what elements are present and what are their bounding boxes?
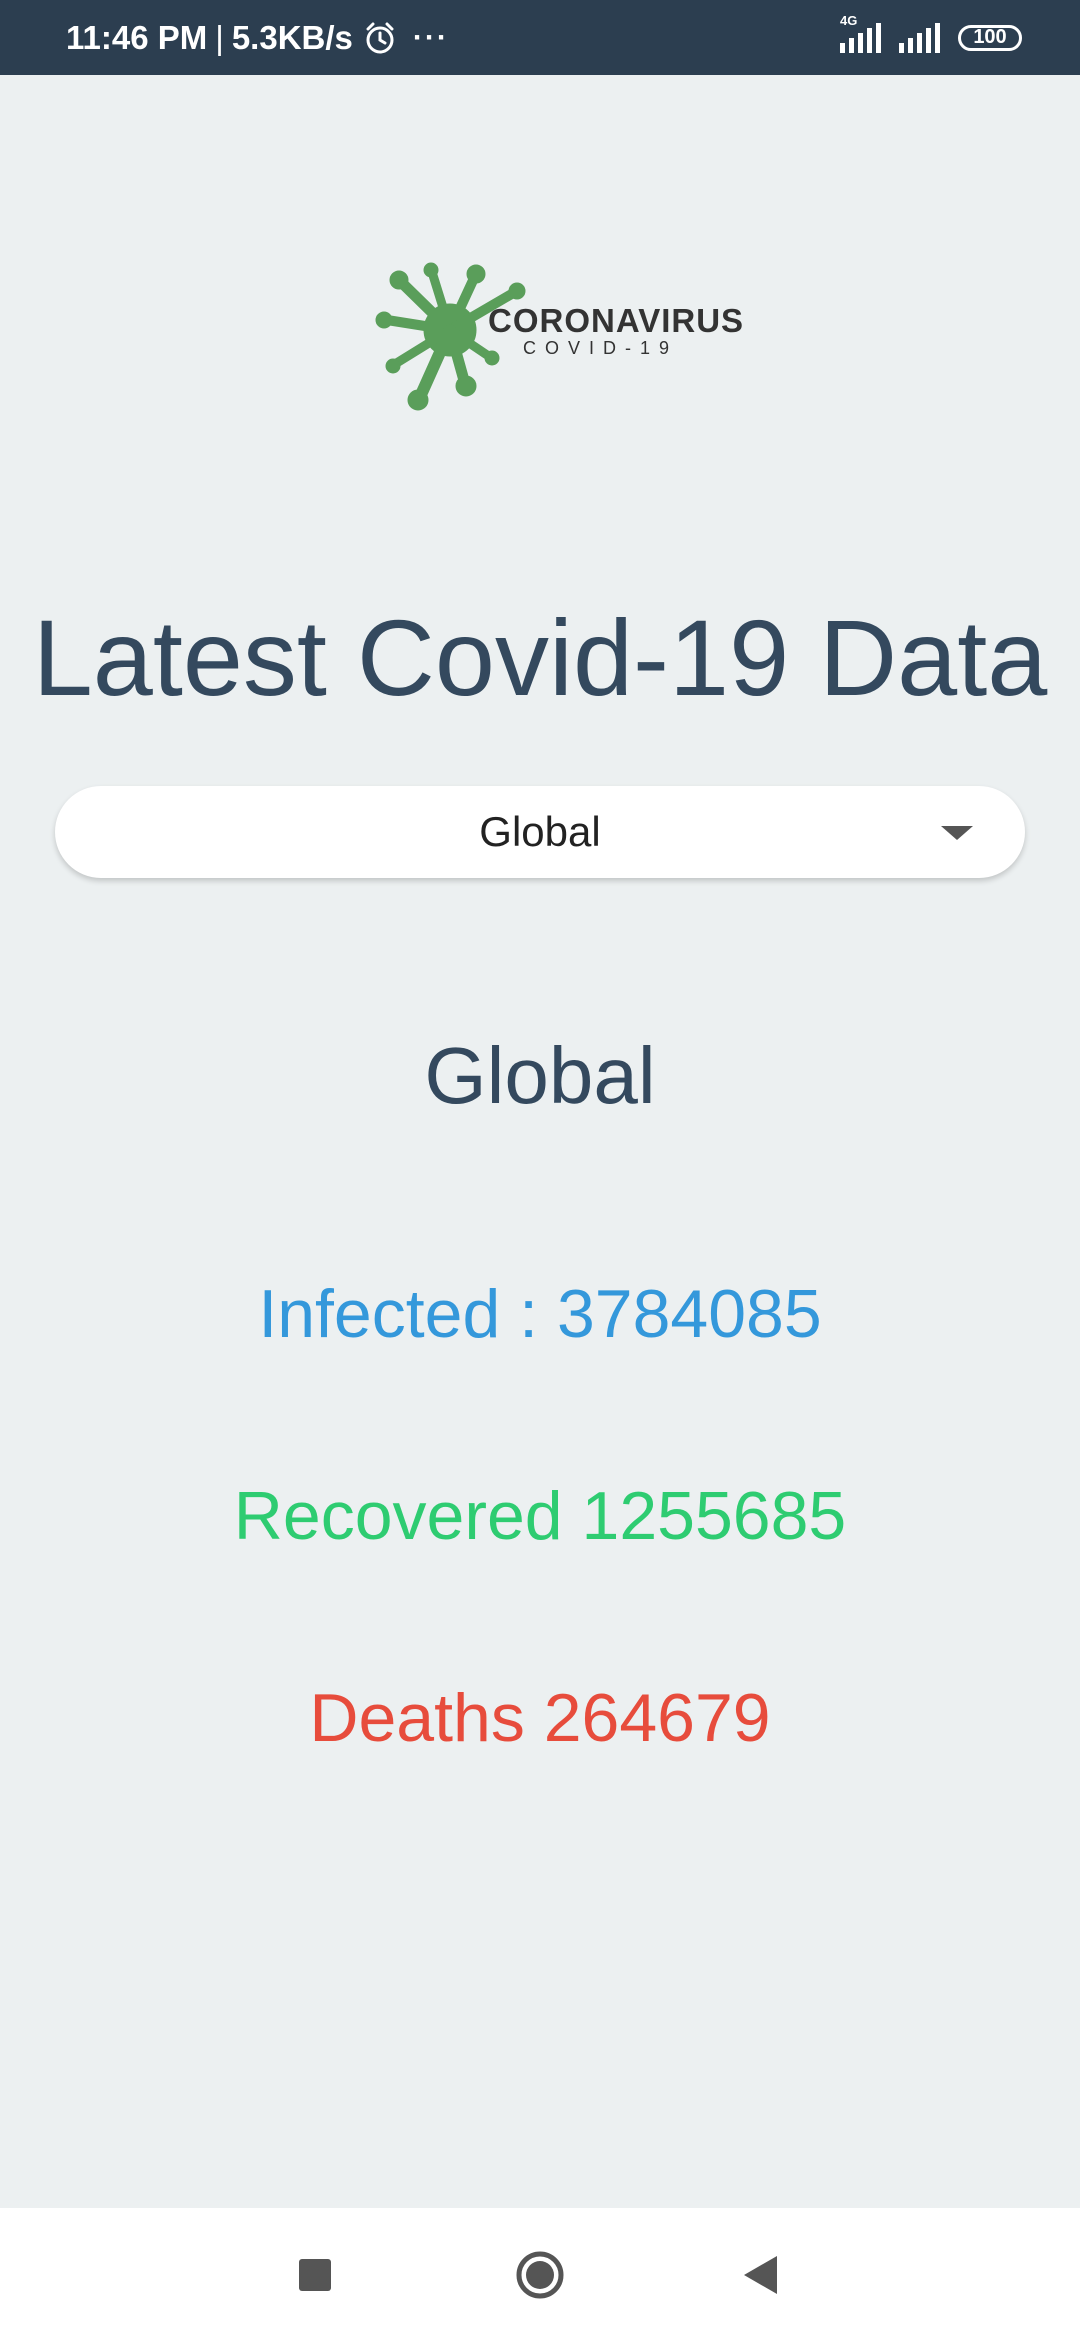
dropdown-selected-value: Global <box>479 808 601 855</box>
signal-icon <box>899 22 940 53</box>
network-type-label: 4G <box>840 12 858 28</box>
status-time: 11:46 PM <box>66 18 208 56</box>
battery-icon: 100 <box>958 24 1022 51</box>
home-circle-icon[interactable] <box>515 2250 565 2300</box>
region-dropdown[interactable]: Global <box>55 786 1025 878</box>
deaths-count: Deaths 264679 <box>309 1680 771 1756</box>
recovered-count: Recovered 1255685 <box>233 1478 847 1554</box>
status-network-speed: 5.3KB/s <box>231 18 353 56</box>
more-notifications-icon: ··· <box>412 20 449 54</box>
logo-subtitle: COVID-19 <box>523 338 679 358</box>
page-title: Latest Covid-19 Data <box>32 597 1048 718</box>
recents-square-icon[interactable] <box>299 2259 331 2291</box>
coronavirus-logo: CORONAVIRUS COVID-19 <box>375 262 743 412</box>
logo-title: CORONAVIRUS <box>488 302 745 339</box>
back-triangle-icon[interactable] <box>744 2256 777 2294</box>
status-bar: 11:46 PM | 5.3KB/s ··· 4G 100 <box>0 0 1080 75</box>
status-right: 4G 100 <box>840 0 1022 75</box>
region-title: Global <box>424 1031 656 1120</box>
navigation-bar <box>0 2208 1080 2340</box>
status-left: 11:46 PM | 5.3KB/s ··· <box>66 0 449 75</box>
status-separator: | <box>215 18 224 56</box>
battery-level: 100 <box>973 26 1007 48</box>
chevron-down-icon <box>941 826 973 840</box>
alarm-clock-icon <box>366 22 394 53</box>
signal-4g-icon: 4G <box>840 13 881 53</box>
infected-count: Infected : 3784085 <box>258 1276 822 1352</box>
